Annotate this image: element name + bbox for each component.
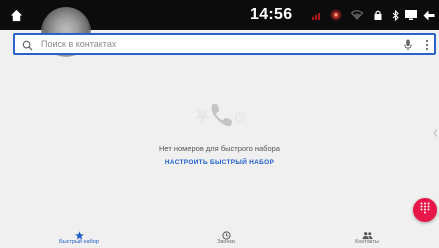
empty-state-message: Нет номеров для быстрого набора — [159, 144, 280, 153]
screen-icon — [404, 0, 418, 30]
search-icon — [22, 38, 35, 51]
people-icon — [317, 227, 417, 240]
dialpad-fab-button[interactable] — [413, 198, 437, 222]
app-status-icon — [329, 0, 343, 30]
chevron-left-icon[interactable] — [433, 124, 438, 142]
nav-tab-contacts[interactable]: Контакты — [317, 226, 417, 248]
nav-tab-speed-dial[interactable]: Быстрый набор — [29, 226, 129, 248]
star-icon — [29, 227, 129, 240]
bluetooth-icon — [390, 0, 402, 30]
home-icon[interactable] — [8, 0, 24, 30]
clock-icon — [176, 227, 276, 240]
more-options-icon[interactable] — [424, 38, 430, 56]
nav-tab-calls[interactable]: Звонки — [176, 226, 276, 248]
dialpad-icon — [420, 201, 430, 219]
search-input[interactable] — [41, 36, 341, 52]
phone-illustration-icon — [194, 98, 254, 138]
nav-label-speed-dial: Быстрый набор — [59, 239, 99, 245]
setup-speed-dial-link[interactable]: НАСТРОИТЬ БЫСТРЫЙ НАБОР — [0, 159, 439, 166]
signal-icon — [311, 0, 323, 30]
back-icon[interactable] — [422, 0, 436, 30]
microphone-icon[interactable] — [404, 38, 412, 56]
nav-label-contacts: Контакты — [355, 239, 379, 245]
bottom-navigation: Быстрый набор Звонки Контакты — [0, 226, 439, 248]
status-time: 14:56 — [250, 6, 293, 23]
wifi-icon — [350, 0, 364, 30]
nav-label-calls: Звонки — [217, 239, 235, 245]
lock-icon — [372, 0, 384, 30]
search-bar[interactable] — [13, 33, 436, 55]
